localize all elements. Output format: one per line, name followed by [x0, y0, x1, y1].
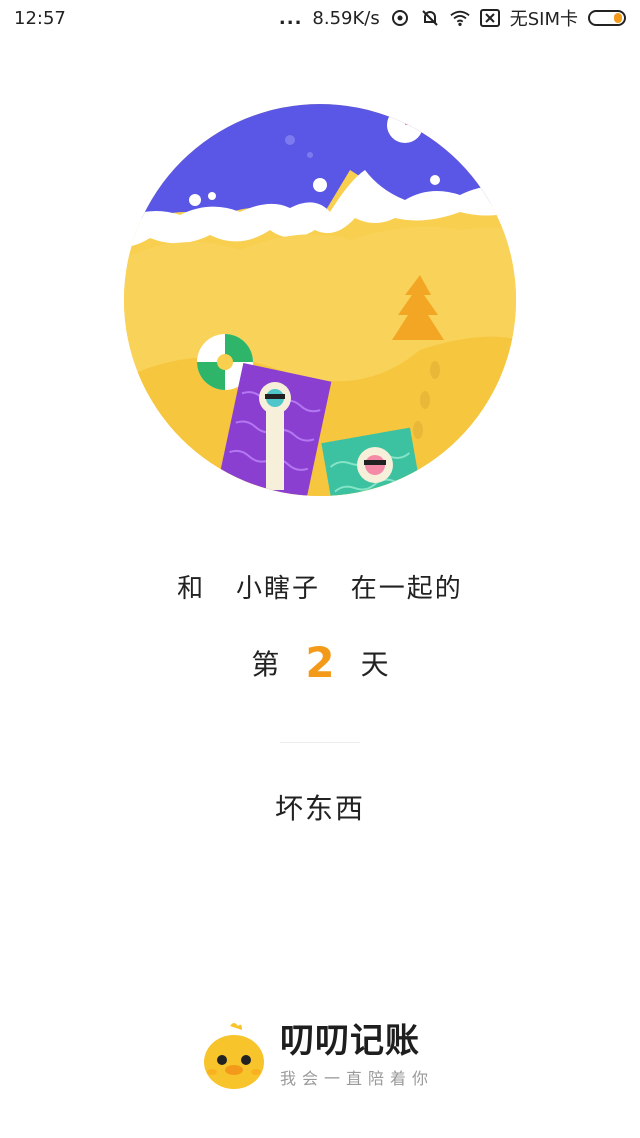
status-time: 12:57	[14, 7, 66, 29]
day-prefix: 第	[251, 647, 280, 681]
mute-bell-icon	[420, 9, 440, 27]
divider	[280, 742, 360, 743]
location-icon	[390, 9, 410, 27]
brand-logo: 叨叨记账 我会一直陪着你	[200, 1015, 460, 1095]
partner-name: 小瞎子	[235, 574, 320, 604]
sim-status: 无SIM卡	[509, 9, 578, 30]
brand-name: 叨叨记账	[280, 1021, 420, 1061]
brand-texts: 叨叨记账 我会一直陪着你	[280, 1021, 434, 1089]
chick-mascot-icon	[200, 1020, 268, 1090]
nickname: 坏东西	[274, 792, 365, 825]
message-prefix: 和	[177, 574, 206, 604]
day-suffix: 天	[360, 647, 389, 681]
message-suffix: 在一起的	[350, 574, 463, 604]
day-count: 2	[305, 638, 335, 687]
day-counter: 第 2 天	[0, 638, 640, 687]
together-message: 和 小瞎子 在一起的	[0, 568, 640, 605]
beach-illustration	[120, 100, 520, 500]
battery-icon	[588, 10, 626, 26]
wifi-icon	[450, 9, 470, 27]
status-bar: 12:57 ... 8.59K/s 无SIM卡	[0, 0, 640, 36]
more-dots: ...	[278, 7, 303, 29]
status-right: ... 8.59K/s 无SIM卡	[279, 5, 626, 31]
sim-off-icon	[479, 9, 500, 27]
brand-slogan: 我会一直陪着你	[280, 1069, 435, 1088]
network-speed: 8.59K/s	[312, 7, 380, 29]
